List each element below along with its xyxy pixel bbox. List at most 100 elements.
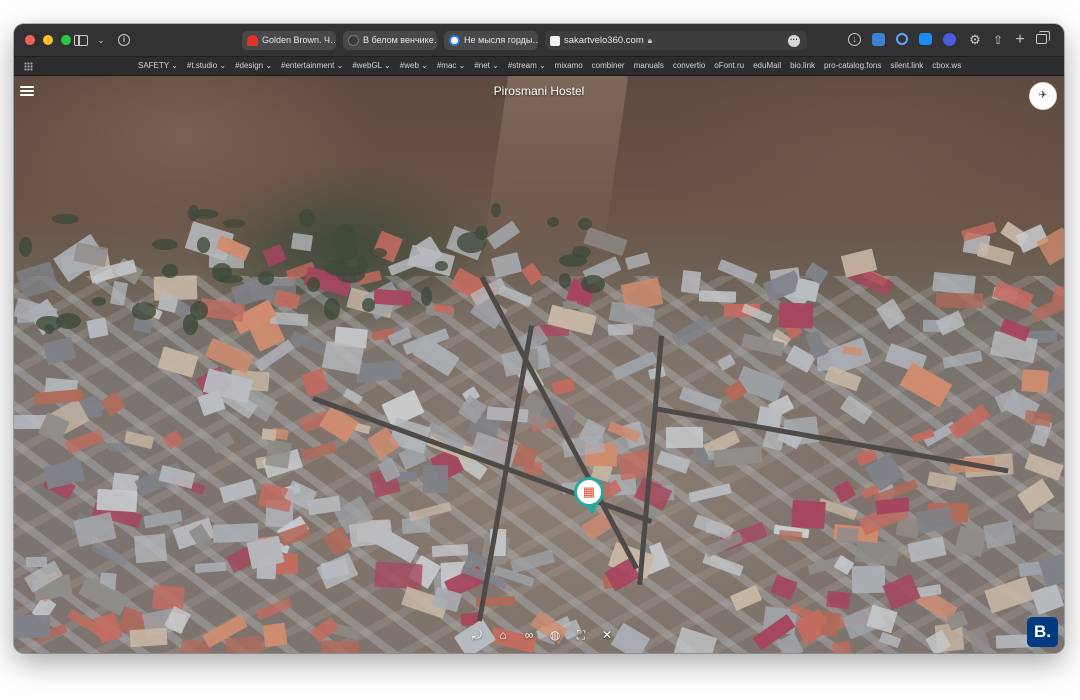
downloads-icon[interactable]: ↓ bbox=[848, 33, 861, 46]
lock-icon: 🔒︎ bbox=[647, 36, 652, 45]
sidebar-toggle-icon[interactable] bbox=[74, 35, 88, 46]
bookmark-item[interactable]: #design ⌄ bbox=[235, 57, 272, 75]
bookmark-item[interactable]: oFont.ru bbox=[714, 57, 744, 75]
bookmark-item[interactable]: #webGL ⌄ bbox=[352, 57, 390, 75]
extension-download-icon[interactable] bbox=[943, 33, 956, 46]
rooftop bbox=[855, 538, 900, 567]
bookmark-item[interactable]: eduMail bbox=[753, 57, 781, 75]
new-tab-icon[interactable]: + bbox=[1012, 32, 1028, 48]
apps-grid-icon[interactable] bbox=[24, 62, 33, 71]
extension-shield-icon[interactable] bbox=[872, 33, 885, 46]
rooftop bbox=[374, 561, 423, 590]
rooftop bbox=[261, 427, 278, 441]
url-text[interactable]: sakartvelo360.com bbox=[564, 35, 644, 46]
extension-camera-icon[interactable] bbox=[919, 33, 932, 45]
bookmark-item[interactable]: #t.studio ⌄ bbox=[187, 57, 226, 75]
rooftop bbox=[431, 543, 469, 557]
bookmarks-bar: SAFETY ⌄ #t.studio ⌄ #design ⌄ #entertai… bbox=[14, 57, 1064, 76]
tab-label: В белом венчике… bbox=[363, 35, 437, 45]
address-bar[interactable]: sakartvelo360.com 🔒︎ ··· bbox=[545, 31, 807, 50]
minimize-window-button[interactable] bbox=[43, 35, 53, 45]
rooftop bbox=[831, 641, 852, 653]
rooftop bbox=[264, 439, 292, 469]
page-title: Pirosmani Hostel bbox=[493, 84, 585, 98]
globe-icon[interactable]: ◍ bbox=[547, 628, 563, 642]
rotate-icon[interactable]: ⤾ bbox=[469, 628, 485, 642]
bookmark-item[interactable]: combiner bbox=[592, 57, 625, 75]
rooftop bbox=[152, 584, 186, 611]
rooftop bbox=[851, 565, 885, 594]
bookmark-item[interactable]: #mac ⌄ bbox=[437, 57, 466, 75]
tree-patch bbox=[187, 204, 199, 221]
tree-patch bbox=[257, 270, 275, 285]
fullscreen-icon[interactable]: ⛶ bbox=[573, 628, 589, 642]
extension-circle-icon[interactable] bbox=[896, 33, 908, 45]
privacy-report-icon[interactable]: i bbox=[118, 34, 130, 46]
tree-patch bbox=[151, 238, 178, 251]
bookmark-item[interactable]: convertio bbox=[673, 57, 705, 75]
bookmark-item[interactable]: #net ⌄ bbox=[474, 57, 499, 75]
tree-patch bbox=[162, 263, 178, 279]
more-options-icon[interactable]: ··· bbox=[788, 35, 800, 47]
panorama-viewer[interactable]: Pirosmani Hostel ✈︎ ▦ ⤾ ⌂ ∞ ◍ ⛶ ✕ B. bbox=[14, 76, 1064, 653]
bookmark-item[interactable]: #stream ⌄ bbox=[508, 57, 546, 75]
drone-logo-icon[interactable]: ✈︎ bbox=[1029, 82, 1057, 110]
rooftop bbox=[96, 488, 139, 512]
rooftop bbox=[422, 465, 449, 494]
rooftop bbox=[791, 499, 827, 529]
tab-label: Golden Brown. Ч… bbox=[262, 35, 336, 45]
tree-patch bbox=[577, 217, 592, 230]
rooftop bbox=[680, 270, 702, 294]
site-favicon-icon bbox=[550, 36, 560, 46]
tree-patch bbox=[324, 259, 350, 277]
share-icon[interactable]: ⇧ bbox=[990, 32, 1006, 48]
bookmark-item[interactable]: cbox.ws bbox=[932, 57, 961, 75]
tab-ne-myslya[interactable]: Не мысля горды… bbox=[444, 31, 538, 50]
tab-label: Не мысля горды… bbox=[464, 35, 538, 45]
browser-window: ⌄ i Golden Brown. Ч… В белом венчике… Не… bbox=[14, 24, 1064, 653]
bookmark-item[interactable]: #entertainment ⌄ bbox=[281, 57, 343, 75]
zoom-window-button[interactable] bbox=[61, 35, 71, 45]
rooftop bbox=[563, 301, 578, 310]
bookmark-item[interactable]: silent.link bbox=[890, 57, 923, 75]
rooftop bbox=[290, 233, 313, 252]
bookmark-item[interactable]: mixamo bbox=[555, 57, 583, 75]
tree-patch bbox=[212, 263, 233, 282]
hamburger-icon[interactable] bbox=[20, 86, 34, 97]
hotel-pin-icon[interactable]: ▦ bbox=[574, 477, 604, 514]
tree-patch bbox=[131, 302, 157, 320]
tree-patch bbox=[182, 314, 198, 335]
tab-golden-brown[interactable]: Golden Brown. Ч… bbox=[242, 31, 336, 50]
bookmark-item[interactable]: manuals bbox=[634, 57, 664, 75]
tab-favicon-icon bbox=[449, 35, 460, 46]
rooftop bbox=[415, 254, 435, 267]
rooftop bbox=[608, 323, 634, 336]
vr-icon[interactable]: ∞ bbox=[521, 628, 537, 642]
close-window-button[interactable] bbox=[25, 35, 35, 45]
tree-patch bbox=[490, 202, 502, 217]
close-icon[interactable]: ✕ bbox=[599, 628, 615, 642]
bookmark-item[interactable]: pro-catalog.fons bbox=[824, 57, 881, 75]
tree-patch bbox=[361, 297, 376, 312]
home-icon[interactable]: ⌂ bbox=[495, 628, 511, 642]
booking-badge[interactable]: B. bbox=[1027, 617, 1058, 647]
bookmark-item[interactable]: #web ⌄ bbox=[400, 57, 428, 75]
rooftop bbox=[982, 519, 1016, 548]
window-controls bbox=[25, 35, 71, 45]
rooftop bbox=[935, 292, 984, 310]
tree-patch bbox=[547, 216, 560, 227]
tree-patch bbox=[197, 236, 211, 253]
rooftop bbox=[401, 517, 432, 535]
bookmark-item[interactable]: SAFETY ⌄ bbox=[138, 57, 178, 75]
tree-patch bbox=[558, 272, 571, 288]
bookmark-item[interactable]: bio.link bbox=[790, 57, 815, 75]
tree-patch bbox=[357, 256, 368, 273]
rooftop bbox=[129, 627, 168, 647]
tab-overview-icon[interactable] bbox=[1036, 31, 1050, 44]
chevron-down-icon[interactable]: ⌄ bbox=[93, 32, 109, 48]
rooftop bbox=[1021, 369, 1049, 394]
rooftop bbox=[699, 290, 737, 303]
tab-v-belom-venchike[interactable]: В белом венчике… bbox=[343, 31, 437, 50]
gear-icon[interactable]: ⚙ bbox=[967, 32, 983, 48]
rooftop bbox=[14, 614, 51, 639]
